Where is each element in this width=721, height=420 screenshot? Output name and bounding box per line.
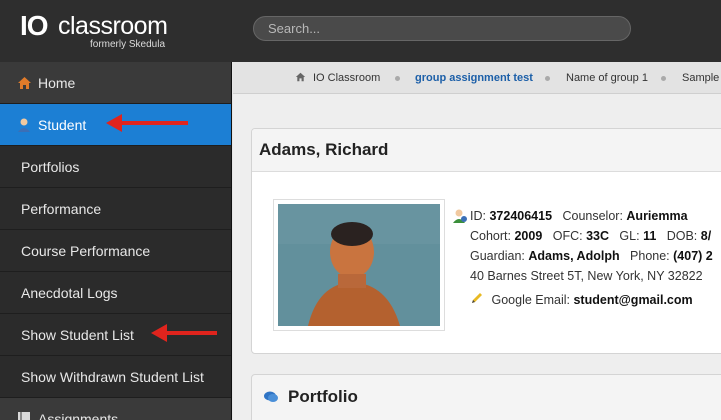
app-logo[interactable]: IO classroom formerly Skedula xyxy=(20,10,170,52)
student-name: Adams, Richard xyxy=(259,140,389,159)
cohort-label: Cohort: xyxy=(470,229,511,243)
main-content: IO Classroom group assignment test Name … xyxy=(233,62,721,420)
counselor-value: Auriemma xyxy=(626,209,688,223)
sidebar-item-label: Student xyxy=(38,116,87,133)
chat-icon xyxy=(263,390,279,409)
phone-label: Phone: xyxy=(630,249,670,263)
breadcrumb-item[interactable]: Sample xyxy=(682,72,719,84)
sidebar-item-show-student-list[interactable]: Show Student List xyxy=(0,314,231,356)
student-photo-frame xyxy=(273,199,445,331)
student-icon xyxy=(16,117,32,133)
cohort-value: 2009 xyxy=(514,229,543,243)
student-id: 372406415 xyxy=(489,209,553,223)
sidebar-item-label: Assignments xyxy=(38,410,119,420)
student-card-header: Adams, Richard xyxy=(252,129,721,172)
dob-value: 8/ xyxy=(700,229,712,243)
phone-value: (407) 2 xyxy=(673,249,713,263)
portfolio-title: Portfolio xyxy=(288,387,358,406)
counselor-label: Counselor: xyxy=(562,209,623,223)
ofc-label: OFC: xyxy=(552,229,583,243)
sidebar-item-label: Show Student List xyxy=(21,326,134,343)
ofc-value: 33C xyxy=(586,229,609,243)
sidebar-item-portfolios[interactable]: Portfolios xyxy=(0,146,231,188)
breadcrumb-separator xyxy=(661,76,666,81)
gl-value: 11 xyxy=(643,229,657,243)
guardian-label: Guardian: xyxy=(470,249,525,263)
email-value: student@gmail.com xyxy=(573,293,693,307)
student-card: Adams, Richard ID: 372406415 Counselor: … xyxy=(251,128,721,354)
sidebar-item-home[interactable]: Home xyxy=(0,62,231,104)
sidebar-item-label: Show Withdrawn Student List xyxy=(21,368,204,385)
search-input[interactable] xyxy=(253,16,631,41)
sidebar-item-show-withdrawn-student-list[interactable]: Show Withdrawn Student List xyxy=(0,356,231,398)
sidebar-item-performance[interactable]: Performance xyxy=(0,188,231,230)
logo-subtitle: formerly Skedula xyxy=(90,39,166,50)
annotation-arrow-student xyxy=(106,114,188,132)
sidebar-item-label: Performance xyxy=(21,200,102,217)
breadcrumb: IO Classroom group assignment test Name … xyxy=(233,62,721,94)
top-bar: IO classroom formerly Skedula xyxy=(0,0,721,62)
portfolio-card: Portfolio xyxy=(251,374,721,420)
student-id-icon xyxy=(452,208,468,230)
email-label: Google Email: xyxy=(491,293,570,307)
breadcrumb-item[interactable]: Name of group 1 xyxy=(566,72,648,84)
sidebar-item-course-performance[interactable]: Course Performance xyxy=(0,230,231,272)
student-photo xyxy=(278,204,440,326)
breadcrumb-separator xyxy=(545,76,550,81)
breadcrumb-separator xyxy=(395,76,400,81)
address-value: 40 Barnes Street 5T, New York, NY 32822 xyxy=(470,269,703,283)
breadcrumb-item-current[interactable]: group assignment test xyxy=(415,72,533,84)
sidebar-item-anecdotal-logs[interactable]: Anecdotal Logs xyxy=(0,272,231,314)
sidebar-item-label: Course Performance xyxy=(21,242,151,259)
guardian-value: Adams, Adolph xyxy=(528,249,620,263)
sidebar-item-label: Home xyxy=(38,74,76,91)
annotation-arrow-show-student-list xyxy=(151,324,217,342)
sidebar-item-assignments[interactable]: Assignments xyxy=(0,398,231,420)
home-icon xyxy=(16,75,32,91)
breadcrumb-item[interactable]: IO Classroom xyxy=(313,72,380,84)
breadcrumb-home-icon[interactable] xyxy=(295,72,306,85)
logo-mark: IO xyxy=(20,10,49,41)
logo-name: classroom xyxy=(58,12,168,40)
sidebar-item-label: Portfolios xyxy=(21,158,80,175)
book-icon xyxy=(16,411,32,420)
dob-label: DOB: xyxy=(666,229,698,243)
pencil-icon[interactable] xyxy=(470,291,484,311)
id-label: ID: xyxy=(470,209,486,223)
sidebar-item-label: Anecdotal Logs xyxy=(21,284,118,301)
gl-label: GL: xyxy=(619,229,640,243)
